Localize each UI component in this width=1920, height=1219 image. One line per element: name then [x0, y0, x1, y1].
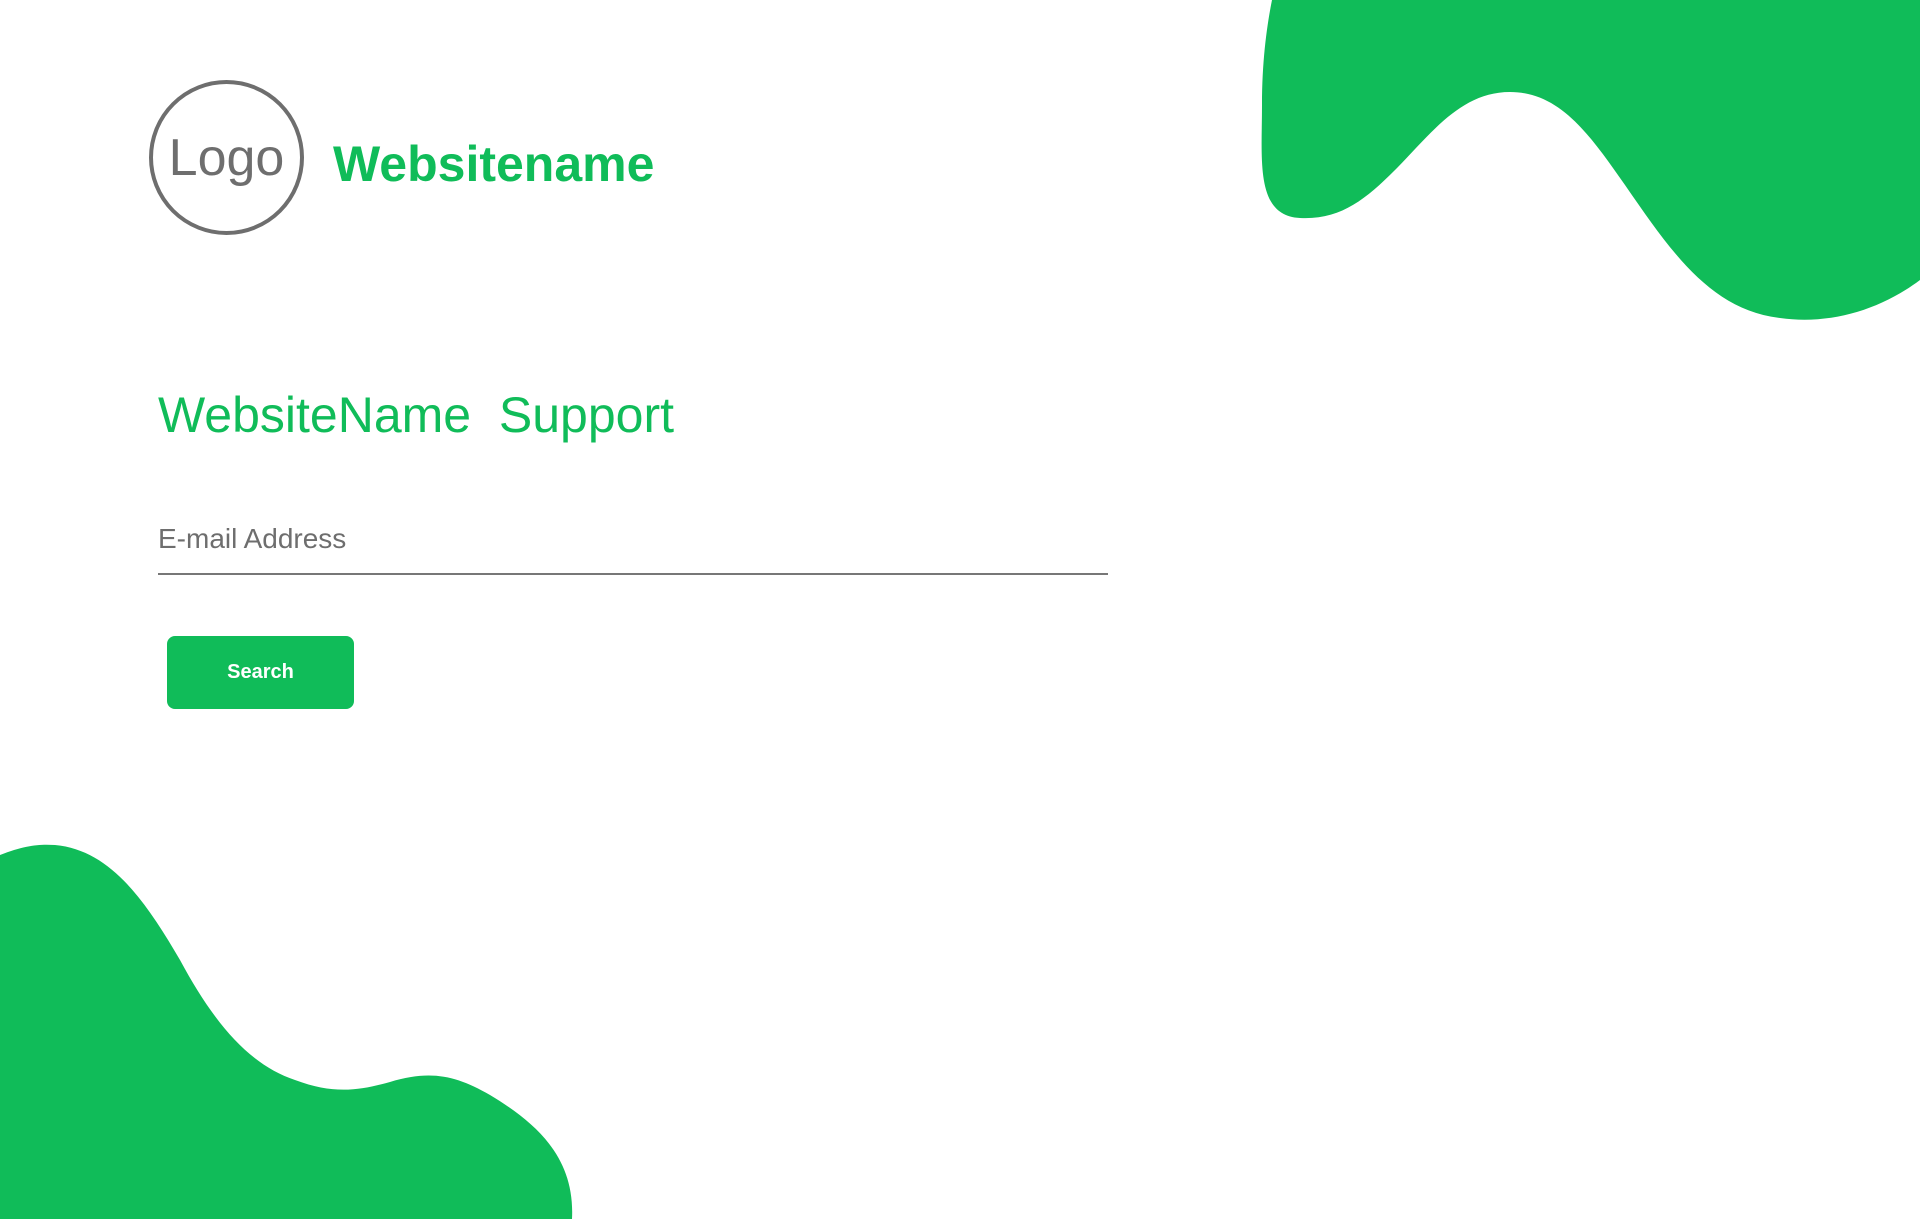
top-right-blob: [1261, 0, 1920, 320]
search-button[interactable]: Search: [167, 636, 354, 709]
support-page: Logo Websitename WebsiteName Support Sea…: [0, 0, 1920, 1219]
page-title: WebsiteName Support: [158, 387, 674, 443]
bottom-left-blob: [0, 844, 573, 1219]
site-name[interactable]: Websitename: [333, 134, 654, 194]
logo-text: Logo: [168, 128, 285, 187]
logo[interactable]: Logo: [149, 80, 304, 235]
email-field[interactable]: [158, 505, 1108, 575]
